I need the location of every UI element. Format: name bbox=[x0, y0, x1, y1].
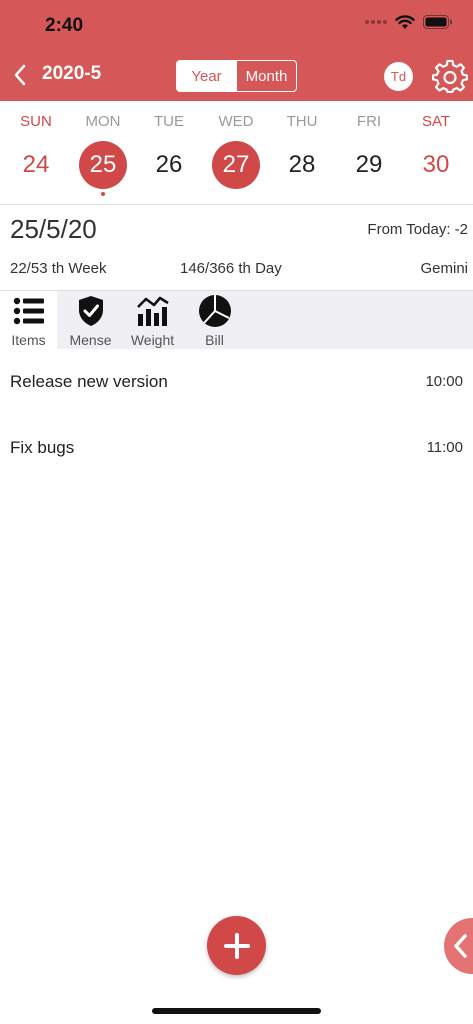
settings-button[interactable] bbox=[431, 59, 469, 95]
list-item[interactable]: Release new version 10:00 bbox=[0, 372, 473, 402]
day-number: 29 bbox=[355, 151, 383, 178]
week-of-year: 22/53 th Week bbox=[10, 260, 107, 277]
tab-weight[interactable]: Weight bbox=[124, 291, 181, 350]
day-number-marked: 27 bbox=[212, 141, 260, 189]
category-tabs: Items Mense Weight Bill bbox=[0, 290, 473, 350]
today-button[interactable]: Td bbox=[384, 62, 413, 91]
tab-mense[interactable]: Mense bbox=[62, 291, 119, 350]
chevron-left-icon bbox=[454, 934, 467, 958]
plus-icon bbox=[223, 932, 250, 959]
selected-date: 25/5/20 bbox=[10, 214, 97, 244]
signal-icon bbox=[365, 20, 387, 24]
tab-label: Mense bbox=[69, 332, 112, 348]
day-tue[interactable]: TUE 26 bbox=[136, 101, 202, 205]
home-indicator bbox=[152, 1008, 321, 1014]
tab-items[interactable]: Items bbox=[0, 291, 57, 350]
weekday-label: WED bbox=[218, 113, 254, 130]
day-number: 30 bbox=[422, 151, 450, 178]
day-number: 24 bbox=[22, 151, 50, 178]
item-time: 10:00 bbox=[425, 373, 463, 390]
item-title: Fix bugs bbox=[10, 438, 75, 457]
day-number-selected: 25 bbox=[79, 141, 127, 189]
gear-icon bbox=[431, 59, 469, 94]
tab-label: Bill bbox=[205, 332, 224, 348]
segment-month[interactable]: Month bbox=[236, 61, 296, 91]
weekday-label: SUN bbox=[20, 113, 52, 130]
today-indicator-dot bbox=[101, 192, 105, 196]
day-number: 28 bbox=[288, 151, 316, 178]
item-title: Release new version bbox=[10, 372, 168, 391]
add-item-button[interactable] bbox=[207, 916, 266, 975]
segment-year[interactable]: Year bbox=[177, 61, 236, 91]
month-title: 2020-5 bbox=[42, 63, 102, 84]
tab-bill[interactable]: Bill bbox=[186, 291, 243, 350]
zodiac-sign: Gemini bbox=[420, 260, 468, 277]
weekday-label: SAT bbox=[421, 113, 451, 130]
chevron-left-icon bbox=[14, 64, 26, 86]
pie-chart-icon bbox=[198, 294, 232, 328]
weekday-label: THU bbox=[286, 113, 318, 130]
chart-icon bbox=[136, 294, 170, 328]
tab-label: Weight bbox=[130, 332, 175, 348]
day-sun[interactable]: SUN 24 bbox=[3, 101, 69, 205]
day-of-year: 146/366 th Day bbox=[180, 260, 282, 277]
date-info-row: 22/53 th Week 146/366 th Day Gemini bbox=[0, 260, 473, 280]
header-bar: 2:40 2020-5 Year Month Td bbox=[0, 0, 473, 101]
shield-check-icon bbox=[74, 294, 108, 328]
view-segmented-control: Year Month bbox=[176, 60, 297, 92]
status-time: 2:40 bbox=[45, 15, 84, 36]
battery-icon bbox=[423, 15, 452, 29]
weekday-label: FRI bbox=[356, 113, 382, 130]
day-thu[interactable]: THU 28 bbox=[269, 101, 335, 205]
from-today-label: From Today: -2 bbox=[367, 221, 468, 238]
day-wed[interactable]: WED 27 bbox=[203, 101, 269, 205]
day-sat[interactable]: SAT 30 bbox=[403, 101, 469, 205]
back-button[interactable] bbox=[8, 60, 32, 90]
status-indicators bbox=[365, 14, 453, 30]
weekday-label: MON bbox=[85, 113, 121, 130]
tab-label: Items bbox=[11, 332, 46, 348]
item-time: 11:00 bbox=[426, 439, 463, 456]
day-number: 26 bbox=[155, 151, 183, 178]
day-mon[interactable]: MON 25 bbox=[70, 101, 136, 205]
list-icon bbox=[12, 294, 46, 328]
wifi-icon bbox=[395, 15, 415, 29]
side-drawer-handle[interactable] bbox=[444, 918, 473, 974]
week-strip: SUN 24 MON 25 TUE 26 WED 27 THU 28 FRI 2… bbox=[0, 101, 473, 205]
list-item[interactable]: Fix bugs 11:00 bbox=[0, 438, 473, 468]
weekday-label: TUE bbox=[154, 113, 184, 130]
day-fri[interactable]: FRI 29 bbox=[336, 101, 402, 205]
